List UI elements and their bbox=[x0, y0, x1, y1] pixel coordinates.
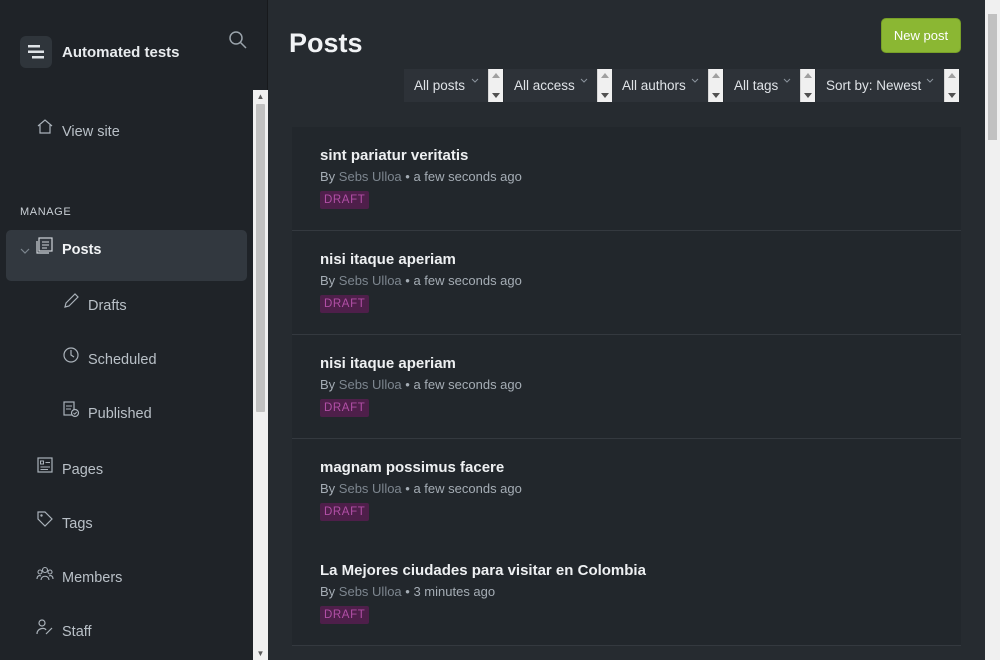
filter-label: All authors bbox=[622, 78, 686, 93]
post-title[interactable]: sint pariatur veritatis bbox=[320, 147, 468, 164]
post-row[interactable]: La Mejores ciudades para visitar en Colo… bbox=[292, 542, 961, 646]
new-post-button[interactable]: New post bbox=[881, 18, 961, 53]
pencil-icon bbox=[62, 292, 82, 312]
page-scrollbar[interactable] bbox=[985, 0, 1000, 660]
post-meta: By Sebs Ulloa • a few seconds ago bbox=[320, 169, 522, 184]
filter-label: All tags bbox=[734, 78, 779, 93]
post-author: Sebs Ulloa bbox=[338, 584, 402, 599]
members-icon bbox=[36, 564, 56, 584]
filter-spinner[interactable] bbox=[944, 69, 959, 102]
post-author: Sebs Ulloa bbox=[338, 481, 402, 496]
post-row[interactable]: nisi itaque aperiam By Sebs Ulloa • a fe… bbox=[292, 231, 961, 335]
post-meta: By Sebs Ulloa • a few seconds ago bbox=[320, 273, 522, 288]
post-time: • a few seconds ago bbox=[405, 273, 522, 288]
post-time: • a few seconds ago bbox=[405, 377, 522, 392]
post-row[interactable]: magnam possimus facere By Sebs Ulloa • a… bbox=[292, 439, 961, 543]
post-title[interactable]: magnam possimus facere bbox=[320, 459, 504, 476]
post-author: Sebs Ulloa bbox=[338, 273, 402, 288]
sidebar-item-label: Members bbox=[62, 570, 123, 586]
status-badge: DRAFT bbox=[320, 295, 370, 313]
post-meta: By Sebs Ulloa • a few seconds ago bbox=[320, 481, 522, 496]
sidebar-item-view-site[interactable]: View site bbox=[36, 118, 120, 140]
scroll-up-arrow-icon[interactable]: ▲ bbox=[256, 92, 265, 101]
sidebar-item-published[interactable]: Published bbox=[62, 400, 152, 422]
posts-icon bbox=[36, 236, 56, 256]
sidebar-item-label: Published bbox=[88, 406, 152, 422]
post-time: • 3 minutes ago bbox=[405, 584, 496, 599]
sidebar-item-label: View site bbox=[62, 124, 120, 140]
post-list: sint pariatur veritatis By Sebs Ulloa • … bbox=[292, 127, 961, 660]
status-badge: DRAFT bbox=[320, 606, 370, 624]
status-badge: DRAFT bbox=[320, 503, 370, 521]
sidebar-scroll-thumb[interactable] bbox=[256, 104, 265, 412]
status-badge: DRAFT bbox=[320, 191, 370, 209]
staff-icon bbox=[36, 618, 56, 638]
post-title[interactable]: nisi itaque aperiam bbox=[320, 251, 456, 268]
chevron-down-icon[interactable] bbox=[20, 242, 30, 254]
post-title[interactable]: La Mejores ciudades para visitar en Colo… bbox=[320, 562, 646, 579]
sidebar-item-label: Tags bbox=[62, 516, 93, 532]
post-author: Sebs Ulloa bbox=[338, 377, 402, 392]
sidebar-item-label: Staff bbox=[62, 624, 92, 640]
tag-icon bbox=[36, 510, 56, 530]
filter-label: All access bbox=[514, 78, 575, 93]
filter-spinner[interactable] bbox=[708, 69, 723, 102]
sidebar-item-label: Drafts bbox=[88, 298, 127, 314]
filter-label: All posts bbox=[414, 78, 466, 93]
post-time: • a few seconds ago bbox=[405, 481, 522, 496]
post-row[interactable]: nisi itaque aperiam By Sebs Ulloa • a fe… bbox=[292, 335, 961, 439]
search-icon[interactable] bbox=[228, 30, 250, 52]
pages-icon bbox=[36, 456, 56, 476]
filter-spinner[interactable] bbox=[488, 69, 503, 102]
page-title: Posts bbox=[289, 28, 363, 58]
clock-icon bbox=[62, 346, 82, 366]
filter-spinner[interactable] bbox=[597, 69, 612, 102]
sidebar-item-label: Pages bbox=[62, 462, 104, 478]
page-scroll-thumb[interactable] bbox=[988, 14, 997, 140]
post-author: Sebs Ulloa bbox=[338, 169, 402, 184]
chevron-down-icon bbox=[471, 71, 479, 83]
filter-post-type[interactable]: All posts bbox=[404, 69, 503, 102]
published-icon bbox=[62, 400, 82, 420]
post-meta: By Sebs Ulloa • a few seconds ago bbox=[320, 377, 522, 392]
sidebar-item-scheduled[interactable]: Scheduled bbox=[62, 346, 157, 368]
ghost-logo-icon bbox=[20, 36, 52, 68]
brand[interactable]: Automated tests bbox=[20, 36, 180, 68]
sidebar-scrollbar[interactable]: ▲ ▼ bbox=[253, 90, 268, 660]
sidebar-item-drafts[interactable]: Drafts bbox=[62, 292, 127, 314]
chevron-down-icon bbox=[926, 71, 934, 83]
sidebar-item-tags[interactable]: Tags bbox=[36, 510, 93, 532]
scroll-down-arrow-icon[interactable]: ▼ bbox=[256, 649, 265, 658]
sidebar-item-members[interactable]: Members bbox=[36, 564, 122, 586]
post-meta: By Sebs Ulloa • 3 minutes ago bbox=[320, 584, 496, 599]
sidebar: Automated tests View site MANAGE Posts D… bbox=[0, 0, 268, 660]
home-icon bbox=[36, 118, 56, 138]
status-badge: DRAFT bbox=[320, 399, 370, 417]
sidebar-item-label: Scheduled bbox=[88, 352, 157, 368]
site-title: Automated tests bbox=[62, 43, 180, 61]
filter-access[interactable]: All access bbox=[504, 69, 612, 102]
post-title[interactable]: nisi itaque aperiam bbox=[320, 355, 456, 372]
chevron-down-icon bbox=[783, 71, 791, 83]
filter-spinner[interactable] bbox=[800, 69, 815, 102]
filter-label: Sort by: Newest bbox=[826, 78, 922, 93]
filter-sort[interactable]: Sort by: Newest bbox=[816, 69, 959, 102]
filter-authors[interactable]: All authors bbox=[612, 69, 723, 102]
sidebar-item-label: Posts bbox=[62, 242, 102, 258]
sidebar-item-pages[interactable]: Pages bbox=[36, 456, 103, 478]
chevron-down-icon bbox=[580, 71, 588, 83]
post-row[interactable]: sint pariatur veritatis By Sebs Ulloa • … bbox=[292, 127, 961, 231]
sidebar-item-staff[interactable]: Staff bbox=[36, 618, 92, 640]
section-manage-label: MANAGE bbox=[20, 206, 72, 218]
filter-tags[interactable]: All tags bbox=[724, 69, 815, 102]
sidebar-item-posts[interactable]: Posts bbox=[36, 236, 102, 258]
chevron-down-icon bbox=[691, 71, 699, 83]
post-time: • a few seconds ago bbox=[405, 169, 522, 184]
